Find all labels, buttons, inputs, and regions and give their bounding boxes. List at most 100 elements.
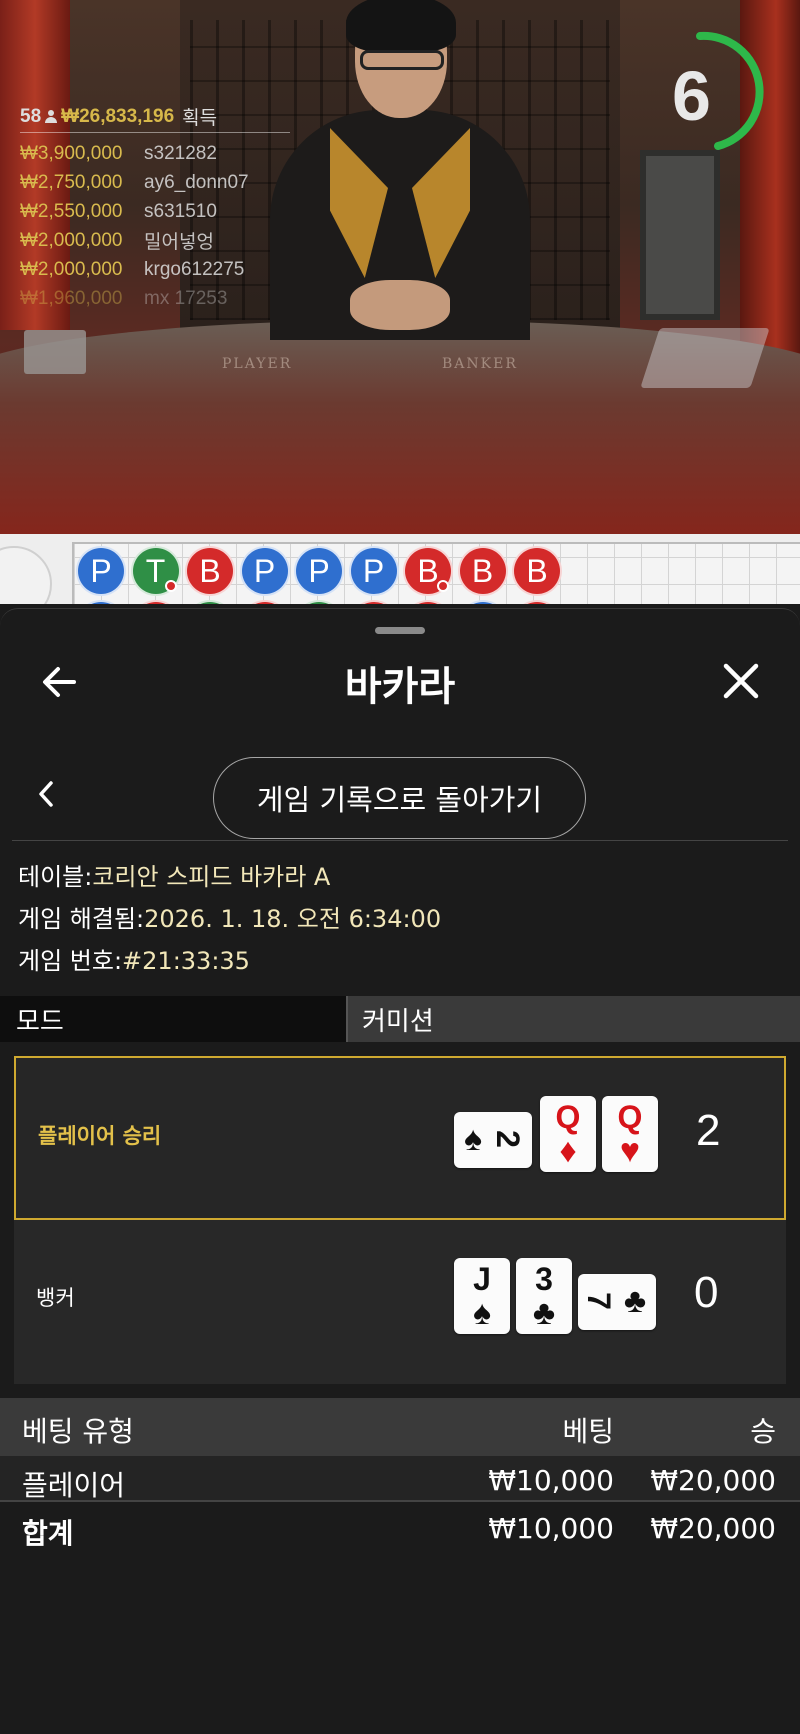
bead-label: B <box>526 552 548 589</box>
playing-card: 3 ♣ <box>516 1258 572 1334</box>
pair-marker-icon <box>164 580 177 592</box>
winner-amount: ₩3,900,000 <box>20 142 123 164</box>
winner-name: krgo612275 <box>144 258 245 280</box>
countdown-timer: 6 <box>658 28 768 158</box>
player-hand: 플레이어 승리 ♠ 2 Q ♦ Q ♥ 2 <box>14 1056 786 1220</box>
diamond-icon: ♦ <box>559 1132 577 1170</box>
divider <box>12 840 788 841</box>
winner-amount: ₩2,000,000 <box>20 258 123 280</box>
heart-icon: ♥ <box>619 1132 641 1170</box>
bets-table-header: 베팅 유형 베팅 승 <box>0 1398 800 1456</box>
winner-name: s321282 <box>144 142 217 164</box>
bead-label: P <box>362 552 385 589</box>
bead-b <box>348 600 399 604</box>
total-bet: ₩10,000 <box>488 1512 614 1545</box>
bead-b: B <box>457 546 508 596</box>
felt-banker-label: BANKER <box>442 356 518 372</box>
winner-name: s631510 <box>144 200 217 222</box>
club-icon: ♣ <box>623 1282 647 1320</box>
tab-commission[interactable]: 커미션 <box>348 996 800 1042</box>
col-bet: 베팅 <box>562 1415 614 1448</box>
back-to-history-button[interactable]: 게임 기록으로 돌아가기 <box>213 757 586 839</box>
previous-button[interactable] <box>30 771 62 817</box>
table-key: 테이블: <box>18 863 93 891</box>
bead-label: P <box>90 552 112 589</box>
bead-b <box>403 600 453 604</box>
live-video: PLAYER BANKER 58 ₩26,833,196 획득 ₩3,900,0… <box>0 0 800 540</box>
spade-icon: ♠ <box>463 1120 483 1158</box>
game-number-value: #21:33:35 <box>122 947 250 975</box>
winner-amount: ₩2,750,000 <box>20 171 123 193</box>
winner-amount: ₩2,000,000 <box>20 229 123 251</box>
bead-row-2 <box>76 600 562 604</box>
bead-p <box>457 600 508 604</box>
winner-name: 밀어넣엉 <box>144 232 214 253</box>
details-tabs: 모드 커미션 <box>0 996 800 1042</box>
resolved-info: 게임 해결됨: 2026. 1. 18. 오전 6:34:00 <box>18 898 441 940</box>
bead-roadmap: PTBPPPBBB ︽ <box>0 534 800 604</box>
winner-name: mx 17253 <box>144 287 228 309</box>
winners-overlay: 58 ₩26,833,196 획득 ₩3,900,000 s321282 ₩2,7… <box>20 105 290 313</box>
sheet-drag-handle[interactable] <box>375 627 425 634</box>
bead-label: B <box>471 552 494 589</box>
decor-panel <box>640 150 720 320</box>
bead-p: P <box>76 546 126 596</box>
total-win: ₩20,000 <box>650 1512 776 1545</box>
playing-card: ♠ 2 <box>454 1112 532 1168</box>
chevron-left-icon <box>39 781 53 807</box>
player-count: 58 <box>20 105 42 127</box>
bead-t <box>185 600 235 604</box>
winners-summary: 58 ₩26,833,196 획득 <box>20 105 290 133</box>
banker-hand: 뱅커 J ♠ 3 ♣ 7 ♣ 0 <box>14 1220 786 1384</box>
col-bet-type: 베팅 유형 <box>22 1415 134 1448</box>
winnings-label: 획득 <box>182 108 218 129</box>
roadmap-expand-button[interactable]: ︽ <box>0 546 52 604</box>
banker-cards: J ♠ 3 ♣ 7 ♣ <box>14 1220 786 1384</box>
card-rank: J <box>473 1261 491 1297</box>
pair-marker-icon <box>437 580 449 592</box>
bead-t: T <box>130 546 181 596</box>
total-row: 합계 ₩10,000 ₩20,000 <box>0 1504 800 1550</box>
bead-row: PTBPPPBBB <box>76 546 562 596</box>
sheet-header: 바카라 <box>0 644 800 724</box>
table-row: 플레이어 ₩10,000 ₩20,000 <box>0 1456 800 1502</box>
game-number-key: 게임 번호: <box>18 947 123 975</box>
bead-b <box>239 600 290 604</box>
playing-card: Q ♦ <box>540 1096 596 1172</box>
game-info: 테이블: 코리안 스피드 바카라 A 게임 해결됨: 2026. 1. 18. … <box>18 856 441 982</box>
bet-type: 플레이어 <box>22 1469 126 1502</box>
winners-list: ₩3,900,000 s321282 ₩2,750,000 ay6_donn07 ₩… <box>20 139 290 313</box>
winner-row: ₩2,750,000 ay6_donn07 <box>20 168 290 197</box>
card-rank: Q <box>555 1099 581 1135</box>
dealer <box>250 0 550 340</box>
resolved-key: 게임 해결됨: <box>18 905 145 933</box>
table-info: 테이블: 코리안 스피드 바카라 A <box>18 856 441 898</box>
card-shoe <box>640 328 770 388</box>
sheet-title: 바카라 <box>344 664 456 710</box>
dealer-hands <box>350 280 450 330</box>
playing-card: 7 ♣ <box>578 1274 656 1330</box>
double-chevron-up-icon: ︽ <box>0 598 4 604</box>
winner-amount: ₩2,550,000 <box>20 200 123 222</box>
bead-p: P <box>348 546 399 596</box>
total-label: 합계 <box>22 1517 74 1550</box>
playing-card: Q ♥ <box>602 1096 658 1172</box>
winner-row: ₩2,000,000 krgo612275 <box>20 255 290 284</box>
bead-p: P <box>294 546 344 596</box>
playing-card: J ♠ <box>454 1258 510 1334</box>
total-winnings: ₩26,833,196 <box>61 105 175 127</box>
winner-name: ay6_donn07 <box>144 171 249 193</box>
tab-mode[interactable]: 모드 <box>0 996 348 1042</box>
bead-t <box>294 600 344 604</box>
col-win: 승 <box>750 1415 776 1448</box>
bead-b: B <box>403 546 453 596</box>
win-amount: ₩20,000 <box>650 1464 776 1497</box>
bead-b: B <box>512 546 562 596</box>
winner-row: ₩2,550,000 s631510 <box>20 197 290 226</box>
close-icon <box>723 663 759 699</box>
bead-b <box>130 600 181 604</box>
winner-row: ₩3,900,000 s321282 <box>20 139 290 168</box>
winner-amount: ₩1,960,000 <box>20 287 123 309</box>
close-button[interactable] <box>718 658 764 704</box>
club-icon: ♣ <box>532 1294 556 1332</box>
